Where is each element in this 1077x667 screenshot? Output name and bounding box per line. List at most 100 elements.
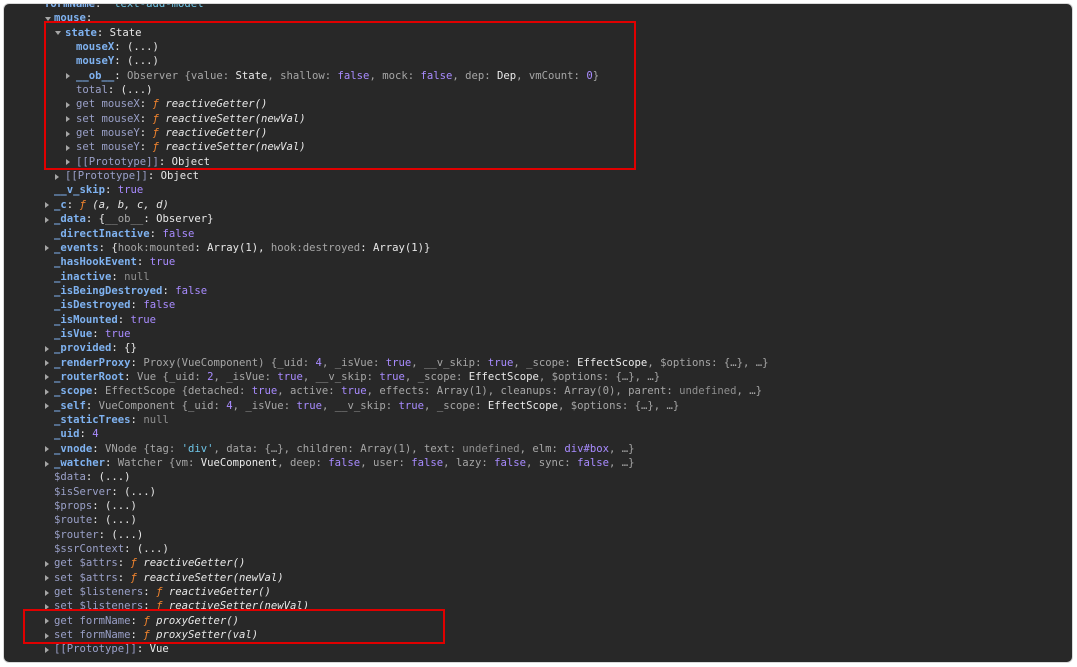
property-key: $props <box>54 500 93 513</box>
property-value-part: _scope <box>436 399 476 412</box>
property-value-part: 4 <box>92 428 99 441</box>
property-key: _renderProxy <box>54 356 131 369</box>
property-value-part: : <box>302 356 316 369</box>
property-value-part: , <box>411 356 425 369</box>
property-row[interactable]: [[Prototype]]: Vue <box>4 642 1072 656</box>
property-value-part: $options <box>551 370 603 383</box>
property-row[interactable]: set $attrs: ƒ reactiveSetter(newVal) <box>4 571 1072 585</box>
property-value-part: reactiveSetter(newVal) <box>143 571 284 584</box>
property-value-part: : <box>117 557 131 570</box>
property-value-part: _uid <box>168 370 195 383</box>
property-value-part: true <box>105 327 131 340</box>
property-value-part: hook:destroyed <box>270 241 361 254</box>
property-content: $data: (...) <box>54 470 131 484</box>
expand-triangle-right-icon[interactable] <box>45 446 49 453</box>
property-row[interactable]: _routerRoot: Vue {_uid: 2, _isVue: true,… <box>4 370 1072 384</box>
expand-triangle-right-icon[interactable] <box>45 575 49 582</box>
property-value-part: : {…}, …} <box>711 356 769 369</box>
property-value-part: __v_skip <box>424 356 476 369</box>
expand-triangle-right-icon[interactable] <box>45 216 49 223</box>
property-value-part: false <box>175 284 208 297</box>
property-value-part: : {} <box>111 342 137 355</box>
property-value-part: : <box>213 399 227 412</box>
property-row: $router: (...) <box>4 528 1072 542</box>
property-content: _isMounted: true <box>54 313 156 327</box>
expand-triangle-right-icon[interactable] <box>45 202 49 209</box>
property-value-part: : (...) <box>98 528 144 541</box>
property-value-part: : <box>372 356 386 369</box>
property-value-part: (a, b, c, d) <box>92 198 169 211</box>
property-value-part: ƒ <box>130 571 144 584</box>
property-row[interactable]: _provided: {} <box>4 341 1072 355</box>
property-value-part: : <box>117 571 131 584</box>
property-row[interactable]: [[Prototype]]: Object <box>4 169 1072 183</box>
property-value-part: {vm: <box>168 457 201 469</box>
property-value-part: : <box>475 356 488 369</box>
property-value-part: : { <box>98 241 118 254</box>
property-content: $props: (...) <box>54 499 137 513</box>
property-content: _data: {__ob__: Observer} <box>54 212 213 226</box>
property-content: get $attrs: ƒ reactiveGetter() <box>54 556 245 570</box>
property-value-part: reactiveGetter() <box>168 586 271 599</box>
property-value-part: false <box>494 457 527 469</box>
property-row[interactable]: _data: {__ob__: Observer} <box>4 212 1072 226</box>
property-value-part: , …} <box>736 385 763 398</box>
property-value-part: ƒ <box>130 557 144 570</box>
property-value-part: : Object <box>147 170 199 183</box>
property-value-part: : <box>79 428 93 441</box>
property-value-part: : <box>95 4 108 10</box>
property-row[interactable]: _c: ƒ (a, b, c, d) <box>4 198 1072 212</box>
property-value-part: _isVue <box>226 370 265 383</box>
property-value-part: : <box>105 184 118 197</box>
property-value-part: _scope <box>526 356 565 369</box>
property-value-part: : <box>564 356 578 369</box>
property-value-part: true <box>398 399 425 412</box>
expand-triangle-right-icon[interactable] <box>45 560 49 567</box>
property-content: __v_skip: true <box>54 183 143 197</box>
property-row[interactable]: _renderProxy: Proxy(VueComponent) {_uid:… <box>4 356 1072 370</box>
expand-triangle-right-icon[interactable] <box>45 460 49 467</box>
property-content: _staticTrees: null <box>54 413 169 427</box>
expand-triangle-right-icon[interactable] <box>45 345 49 352</box>
property-value-part: false <box>328 457 361 469</box>
property-value-part: 'text-add-model' <box>107 4 210 10</box>
property-row[interactable]: _self: VueComponent {_uid: 4, _isVue: tr… <box>4 399 1072 413</box>
expand-triangle-right-icon[interactable] <box>45 589 49 596</box>
property-value-part: true <box>117 184 144 197</box>
property-content: set $attrs: ƒ reactiveSetter(newVal) <box>54 571 284 585</box>
property-value-part: true <box>385 356 412 369</box>
expand-triangle-right-icon[interactable] <box>45 360 49 367</box>
expand-triangle-right-icon[interactable] <box>45 374 49 381</box>
property-key: $router <box>54 528 99 541</box>
property-value-part: ƒ <box>156 586 169 599</box>
property-value-part: EffectScope <box>577 356 648 369</box>
property-value-part: , elm: <box>519 442 565 455</box>
property-value-part: : (...) <box>111 485 157 498</box>
property-content: _isVue: true <box>54 327 131 341</box>
property-content: _renderProxy: Proxy(VueComponent) {_uid:… <box>54 356 769 370</box>
property-row[interactable]: _scope: EffectScope {detached: true, act… <box>4 384 1072 398</box>
property-row[interactable]: _events: {hook:mounted: Array(1), hook:d… <box>4 241 1072 255</box>
property-value-part: : <box>124 370 137 383</box>
property-value-part: : <box>366 370 380 383</box>
property-row[interactable]: get $listeners: ƒ reactiveGetter() <box>4 585 1072 599</box>
expand-triangle-right-icon[interactable] <box>45 646 49 653</box>
expand-triangle-right-icon[interactable] <box>55 173 59 180</box>
property-row: _directInactive: false <box>4 227 1072 241</box>
property-value-part: $options <box>570 399 622 412</box>
property-key: set $attrs <box>54 571 118 584</box>
property-value-part: : <box>105 457 118 469</box>
expand-triangle-right-icon[interactable] <box>45 388 49 395</box>
property-value-part: : <box>385 399 399 412</box>
property-key: $ssrContext <box>54 543 125 556</box>
expand-triangle-right-icon[interactable] <box>45 403 49 410</box>
property-row[interactable]: _vnode: VNode {tag: 'div', data: {…}, ch… <box>4 442 1072 456</box>
property-row[interactable]: _watcher: Watcher {vm: VueComponent, dee… <box>4 456 1072 470</box>
property-row: _inactive: null <box>4 270 1072 284</box>
property-value-part: : Vue <box>136 643 169 656</box>
property-value-part: ƒ <box>79 198 93 211</box>
property-key: $isServer <box>54 485 112 498</box>
property-row[interactable]: get $attrs: ƒ reactiveGetter() <box>4 556 1072 570</box>
expand-triangle-right-icon[interactable] <box>45 245 49 252</box>
property-value-part: EffectScope <box>487 399 559 412</box>
